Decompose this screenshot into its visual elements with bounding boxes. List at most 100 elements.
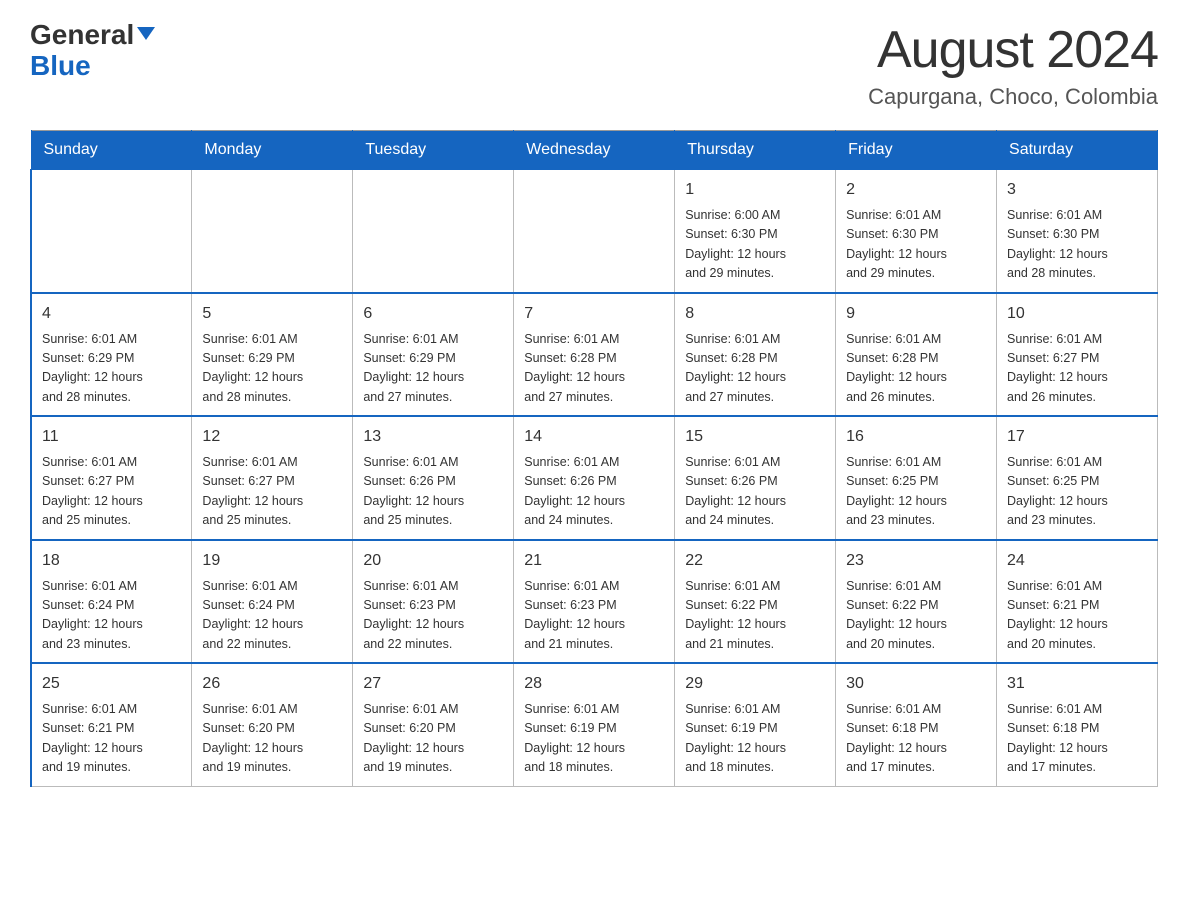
day-number: 30 bbox=[846, 672, 986, 696]
logo-text: General bbox=[30, 20, 155, 51]
calendar-cell: 27 Sunrise: 6:01 AM Sunset: 6:20 PM Dayli… bbox=[353, 663, 514, 786]
day-number: 15 bbox=[685, 425, 825, 449]
day-number: 11 bbox=[42, 425, 181, 449]
calendar-cell: 18Sunrise: 6:01 AM Sunset: 6:24 PM Dayli… bbox=[31, 540, 192, 664]
day-number: 9 bbox=[846, 302, 986, 326]
day-info: Sunrise: 6:01 AM Sunset: 6:26 PM Dayligh… bbox=[363, 453, 503, 531]
day-info: Sunrise: 6:01 AM Sunset: 6:22 PM Dayligh… bbox=[846, 577, 986, 655]
day-info: Sunrise: 6:01 AM Sunset: 6:29 PM Dayligh… bbox=[363, 330, 503, 408]
day-number: 26 bbox=[202, 672, 342, 696]
calendar-cell: 1 Sunrise: 6:00 AM Sunset: 6:30 PM Daylig… bbox=[675, 170, 836, 293]
day-info: Sunrise: 6:01 AM Sunset: 6:28 PM Dayligh… bbox=[685, 330, 825, 408]
day-number: 6 bbox=[363, 302, 503, 326]
day-info: Sunrise: 6:01 AM Sunset: 6:25 PM Dayligh… bbox=[1007, 453, 1147, 531]
day-info: Sunrise: 6:01 AM Sunset: 6:27 PM Dayligh… bbox=[1007, 330, 1147, 408]
calendar-cell: 21 Sunrise: 6:01 AM Sunset: 6:23 PM Dayli… bbox=[514, 540, 675, 664]
day-number: 5 bbox=[202, 302, 342, 326]
day-number: 4 bbox=[42, 302, 181, 326]
day-number: 14 bbox=[524, 425, 664, 449]
day-info: Sunrise: 6:01 AM Sunset: 6:30 PM Dayligh… bbox=[846, 206, 986, 284]
calendar-cell: 5 Sunrise: 6:01 AM Sunset: 6:29 PM Daylig… bbox=[192, 293, 353, 417]
weekday-header: Sunday bbox=[31, 131, 192, 170]
day-info: Sunrise: 6:01 AM Sunset: 6:20 PM Dayligh… bbox=[363, 700, 503, 778]
day-info: Sunrise: 6:01 AM Sunset: 6:23 PM Dayligh… bbox=[524, 577, 664, 655]
day-info: Sunrise: 6:01 AM Sunset: 6:21 PM Dayligh… bbox=[1007, 577, 1147, 655]
calendar-cell: 24 Sunrise: 6:01 AM Sunset: 6:21 PM Dayli… bbox=[997, 540, 1158, 664]
calendar-cell: 6 Sunrise: 6:01 AM Sunset: 6:29 PM Daylig… bbox=[353, 293, 514, 417]
calendar-cell: 16 Sunrise: 6:01 AM Sunset: 6:25 PM Dayli… bbox=[836, 416, 997, 540]
calendar-header-row: SundayMondayTuesdayWednesdayThursdayFrid… bbox=[31, 131, 1158, 170]
weekday-header: Friday bbox=[836, 131, 997, 170]
day-number: 20 bbox=[363, 549, 503, 573]
calendar-cell: 8Sunrise: 6:01 AM Sunset: 6:28 PM Daylig… bbox=[675, 293, 836, 417]
day-number: 25 bbox=[42, 672, 181, 696]
page-header: General Blue August 2024 Capurgana, Choc… bbox=[30, 20, 1158, 110]
weekday-header: Tuesday bbox=[353, 131, 514, 170]
calendar-week-row: 11 Sunrise: 6:01 AM Sunset: 6:27 PM Dayli… bbox=[31, 416, 1158, 540]
calendar-table: SundayMondayTuesdayWednesdayThursdayFrid… bbox=[30, 130, 1158, 787]
day-info: Sunrise: 6:01 AM Sunset: 6:21 PM Dayligh… bbox=[42, 700, 181, 778]
day-number: 16 bbox=[846, 425, 986, 449]
day-info: Sunrise: 6:01 AM Sunset: 6:26 PM Dayligh… bbox=[685, 453, 825, 531]
day-info: Sunrise: 6:01 AM Sunset: 6:19 PM Dayligh… bbox=[685, 700, 825, 778]
day-info: Sunrise: 6:01 AM Sunset: 6:30 PM Dayligh… bbox=[1007, 206, 1147, 284]
day-number: 17 bbox=[1007, 425, 1147, 449]
day-number: 10 bbox=[1007, 302, 1147, 326]
calendar-cell: 9Sunrise: 6:01 AM Sunset: 6:28 PM Daylig… bbox=[836, 293, 997, 417]
weekday-header: Monday bbox=[192, 131, 353, 170]
day-number: 31 bbox=[1007, 672, 1147, 696]
day-number: 7 bbox=[524, 302, 664, 326]
day-info: Sunrise: 6:01 AM Sunset: 6:20 PM Dayligh… bbox=[202, 700, 342, 778]
day-info: Sunrise: 6:01 AM Sunset: 6:25 PM Dayligh… bbox=[846, 453, 986, 531]
calendar-cell: 3 Sunrise: 6:01 AM Sunset: 6:30 PM Daylig… bbox=[997, 170, 1158, 293]
day-info: Sunrise: 6:01 AM Sunset: 6:18 PM Dayligh… bbox=[846, 700, 986, 778]
calendar-week-row: 25 Sunrise: 6:01 AM Sunset: 6:21 PM Dayli… bbox=[31, 663, 1158, 786]
calendar-cell: 25 Sunrise: 6:01 AM Sunset: 6:21 PM Dayli… bbox=[31, 663, 192, 786]
day-number: 24 bbox=[1007, 549, 1147, 573]
day-number: 22 bbox=[685, 549, 825, 573]
calendar-cell: 30 Sunrise: 6:01 AM Sunset: 6:18 PM Dayli… bbox=[836, 663, 997, 786]
day-info: Sunrise: 6:01 AM Sunset: 6:23 PM Dayligh… bbox=[363, 577, 503, 655]
calendar-cell: 11 Sunrise: 6:01 AM Sunset: 6:27 PM Dayli… bbox=[31, 416, 192, 540]
calendar-cell: 7 Sunrise: 6:01 AM Sunset: 6:28 PM Daylig… bbox=[514, 293, 675, 417]
day-number: 29 bbox=[685, 672, 825, 696]
day-number: 13 bbox=[363, 425, 503, 449]
calendar-cell: 19Sunrise: 6:01 AM Sunset: 6:24 PM Dayli… bbox=[192, 540, 353, 664]
calendar-cell: 23Sunrise: 6:01 AM Sunset: 6:22 PM Dayli… bbox=[836, 540, 997, 664]
day-number: 21 bbox=[524, 549, 664, 573]
day-info: Sunrise: 6:01 AM Sunset: 6:24 PM Dayligh… bbox=[42, 577, 181, 655]
calendar-cell: 17 Sunrise: 6:01 AM Sunset: 6:25 PM Dayli… bbox=[997, 416, 1158, 540]
weekday-header: Thursday bbox=[675, 131, 836, 170]
day-info: Sunrise: 6:01 AM Sunset: 6:18 PM Dayligh… bbox=[1007, 700, 1147, 778]
calendar-cell: 22 Sunrise: 6:01 AM Sunset: 6:22 PM Dayli… bbox=[675, 540, 836, 664]
day-info: Sunrise: 6:01 AM Sunset: 6:27 PM Dayligh… bbox=[202, 453, 342, 531]
calendar-cell bbox=[514, 170, 675, 293]
calendar-week-row: 18Sunrise: 6:01 AM Sunset: 6:24 PM Dayli… bbox=[31, 540, 1158, 664]
calendar-cell: 2 Sunrise: 6:01 AM Sunset: 6:30 PM Daylig… bbox=[836, 170, 997, 293]
day-info: Sunrise: 6:01 AM Sunset: 6:28 PM Dayligh… bbox=[524, 330, 664, 408]
calendar-cell: 4 Sunrise: 6:01 AM Sunset: 6:29 PM Daylig… bbox=[31, 293, 192, 417]
weekday-header: Saturday bbox=[997, 131, 1158, 170]
day-info: Sunrise: 6:01 AM Sunset: 6:19 PM Dayligh… bbox=[524, 700, 664, 778]
calendar-cell: 14Sunrise: 6:01 AM Sunset: 6:26 PM Dayli… bbox=[514, 416, 675, 540]
day-info: Sunrise: 6:01 AM Sunset: 6:24 PM Dayligh… bbox=[202, 577, 342, 655]
calendar-week-row: 1 Sunrise: 6:00 AM Sunset: 6:30 PM Daylig… bbox=[31, 170, 1158, 293]
calendar-cell bbox=[353, 170, 514, 293]
calendar-cell: 29 Sunrise: 6:01 AM Sunset: 6:19 PM Dayli… bbox=[675, 663, 836, 786]
day-info: Sunrise: 6:01 AM Sunset: 6:22 PM Dayligh… bbox=[685, 577, 825, 655]
day-info: Sunrise: 6:01 AM Sunset: 6:29 PM Dayligh… bbox=[202, 330, 342, 408]
title-section: August 2024 Capurgana, Choco, Colombia bbox=[868, 20, 1158, 110]
calendar-cell: 12Sunrise: 6:01 AM Sunset: 6:27 PM Dayli… bbox=[192, 416, 353, 540]
day-number: 1 bbox=[685, 178, 825, 202]
day-info: Sunrise: 6:00 AM Sunset: 6:30 PM Dayligh… bbox=[685, 206, 825, 284]
day-info: Sunrise: 6:01 AM Sunset: 6:29 PM Dayligh… bbox=[42, 330, 181, 408]
calendar-cell: 31 Sunrise: 6:01 AM Sunset: 6:18 PM Dayli… bbox=[997, 663, 1158, 786]
calendar-week-row: 4 Sunrise: 6:01 AM Sunset: 6:29 PM Daylig… bbox=[31, 293, 1158, 417]
calendar-cell: 10 Sunrise: 6:01 AM Sunset: 6:27 PM Dayli… bbox=[997, 293, 1158, 417]
day-info: Sunrise: 6:01 AM Sunset: 6:27 PM Dayligh… bbox=[42, 453, 181, 531]
calendar-cell: 20 Sunrise: 6:01 AM Sunset: 6:23 PM Dayli… bbox=[353, 540, 514, 664]
day-number: 2 bbox=[846, 178, 986, 202]
day-number: 27 bbox=[363, 672, 503, 696]
calendar-cell bbox=[192, 170, 353, 293]
day-number: 3 bbox=[1007, 178, 1147, 202]
